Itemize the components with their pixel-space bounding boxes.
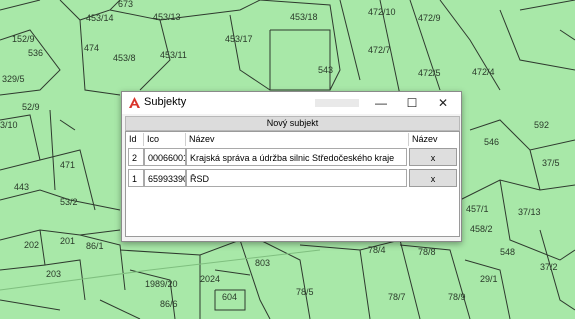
svg-text:78/9: 78/9 [448,292,466,302]
svg-text:803: 803 [255,258,270,268]
column-header-ico[interactable]: Ico [144,133,186,146]
column-header-action[interactable]: Název [409,133,457,146]
svg-text:53/2: 53/2 [60,197,78,207]
svg-text:78/5: 78/5 [296,287,314,297]
autocad-logo-icon [129,97,140,108]
svg-text:3/10: 3/10 [0,120,18,130]
svg-text:52/9: 52/9 [22,102,40,112]
svg-text:604: 604 [222,292,237,302]
svg-text:457/1: 457/1 [466,204,489,214]
table-row: 2 00066001 Krajská správa a údržba silni… [126,148,459,168]
dialog-titlebar[interactable]: Subjekty — ☐ ✕ [122,92,461,114]
svg-text:201: 201 [60,236,75,246]
svg-text:472/7: 472/7 [368,45,391,55]
svg-text:78/8: 78/8 [418,247,436,257]
svg-text:472/10: 472/10 [368,7,396,17]
svg-text:453/13: 453/13 [153,12,181,22]
svg-text:202: 202 [24,240,39,250]
row-name-field[interactable]: Krajská správa a údržba silnic Středočes… [186,148,407,166]
svg-text:86/6: 86/6 [160,299,178,309]
blurred-title-area [315,99,359,107]
svg-text:673: 673 [118,0,133,9]
svg-text:458/2: 458/2 [470,224,493,234]
svg-text:548: 548 [500,247,515,257]
delete-row-button[interactable]: x [409,169,457,187]
row-name-field[interactable]: ŘSD [186,169,407,187]
svg-text:536: 536 [28,48,43,58]
column-header-id[interactable]: Id [126,133,144,146]
svg-text:203: 203 [46,269,61,279]
minimize-button[interactable]: — [366,92,396,114]
svg-text:592: 592 [534,120,549,130]
svg-text:453/11: 453/11 [160,50,187,60]
svg-text:78/7: 78/7 [388,292,406,302]
svg-text:474: 474 [84,43,99,53]
dialog-title: Subjekty [144,96,187,108]
subjects-dialog: Subjekty — ☐ ✕ Nový subjekt Id Ico Název… [121,91,462,242]
svg-text:546: 546 [484,137,499,147]
svg-text:1989/20: 1989/20 [145,279,178,289]
svg-text:472/5: 472/5 [418,68,441,78]
column-header-name[interactable]: Název [186,133,409,146]
maximize-button[interactable]: ☐ [397,92,427,114]
new-subject-button[interactable]: Nový subjekt [125,116,460,131]
svg-text:152/9: 152/9 [12,34,35,44]
svg-text:453/18: 453/18 [290,12,318,22]
row-ico-field[interactable]: 65993390 [144,169,186,187]
svg-text:453/8: 453/8 [113,53,136,63]
svg-text:453/14: 453/14 [86,13,114,23]
svg-text:78/4: 78/4 [368,245,386,255]
row-ico-field[interactable]: 00066001 [144,148,186,166]
close-button[interactable]: ✕ [428,92,458,114]
table-row: 1 65993390 ŘSD x [126,169,459,189]
svg-text:472/4: 472/4 [472,67,495,77]
svg-text:543: 543 [318,65,333,75]
svg-text:37/5: 37/5 [542,158,560,168]
svg-text:471: 471 [60,160,75,170]
svg-text:37/13: 37/13 [518,207,541,217]
svg-text:86/1: 86/1 [86,241,104,251]
row-id: 1 [128,169,144,187]
svg-text:329/5: 329/5 [2,74,25,84]
delete-row-button[interactable]: x [409,148,457,166]
svg-text:453/17: 453/17 [225,34,253,44]
svg-text:472/9: 472/9 [418,13,441,23]
svg-text:2024: 2024 [200,274,220,284]
svg-text:37/2: 37/2 [540,262,558,272]
svg-text:29/1: 29/1 [480,274,498,284]
row-id: 2 [128,148,144,166]
svg-text:443: 443 [14,182,29,192]
subjects-table: Id Ico Název Název 2 00066001 Krajská sp… [125,131,460,237]
